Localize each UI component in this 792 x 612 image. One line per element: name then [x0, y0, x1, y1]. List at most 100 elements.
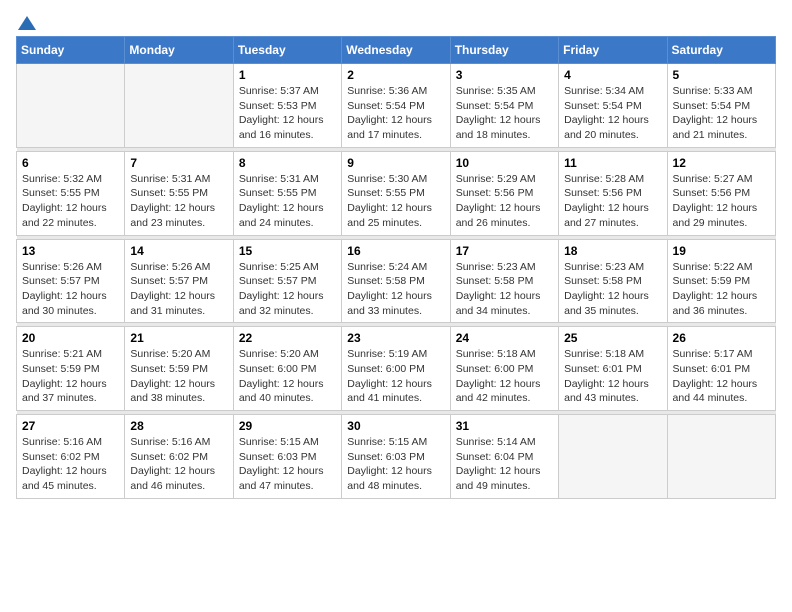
- day-info: Sunrise: 5:16 AMSunset: 6:02 PMDaylight:…: [22, 435, 119, 494]
- day-number: 4: [564, 68, 661, 82]
- calendar-cell: [559, 415, 667, 499]
- day-info: Sunrise: 5:21 AMSunset: 5:59 PMDaylight:…: [22, 347, 119, 406]
- day-info: Sunrise: 5:28 AMSunset: 5:56 PMDaylight:…: [564, 172, 661, 231]
- day-info: Sunrise: 5:31 AMSunset: 5:55 PMDaylight:…: [239, 172, 336, 231]
- calendar-cell: [667, 415, 775, 499]
- calendar-week-row: 13 Sunrise: 5:26 AMSunset: 5:57 PMDayligh…: [17, 239, 776, 323]
- calendar-cell: 15 Sunrise: 5:25 AMSunset: 5:57 PMDayligh…: [233, 239, 341, 323]
- day-number: 22: [239, 331, 336, 345]
- day-info: Sunrise: 5:18 AMSunset: 6:00 PMDaylight:…: [456, 347, 553, 406]
- calendar-cell: 4 Sunrise: 5:34 AMSunset: 5:54 PMDaylight…: [559, 64, 667, 148]
- day-number: 16: [347, 244, 444, 258]
- day-info: Sunrise: 5:30 AMSunset: 5:55 PMDaylight:…: [347, 172, 444, 231]
- day-number: 14: [130, 244, 227, 258]
- calendar-cell: 31 Sunrise: 5:14 AMSunset: 6:04 PMDayligh…: [450, 415, 558, 499]
- day-info: Sunrise: 5:16 AMSunset: 6:02 PMDaylight:…: [130, 435, 227, 494]
- day-number: 18: [564, 244, 661, 258]
- day-info: Sunrise: 5:19 AMSunset: 6:00 PMDaylight:…: [347, 347, 444, 406]
- day-number: 19: [673, 244, 770, 258]
- calendar-cell: 6 Sunrise: 5:32 AMSunset: 5:55 PMDaylight…: [17, 151, 125, 235]
- calendar-cell: 11Sunrise: 5:28 AMSunset: 5:56 PMDayligh…: [559, 151, 667, 235]
- day-info: Sunrise: 5:22 AMSunset: 5:59 PMDaylight:…: [673, 260, 770, 319]
- calendar-header-wednesday: Wednesday: [342, 37, 450, 64]
- calendar-cell: 10Sunrise: 5:29 AMSunset: 5:56 PMDayligh…: [450, 151, 558, 235]
- day-info: Sunrise: 5:35 AMSunset: 5:54 PMDaylight:…: [456, 84, 553, 143]
- calendar-header-friday: Friday: [559, 37, 667, 64]
- day-number: 24: [456, 331, 553, 345]
- day-number: 27: [22, 419, 119, 433]
- day-number: 5: [673, 68, 770, 82]
- calendar-cell: 7Sunrise: 5:31 AMSunset: 5:55 PMDaylight…: [125, 151, 233, 235]
- calendar-cell: [17, 64, 125, 148]
- day-number: 2: [347, 68, 444, 82]
- day-info: Sunrise: 5:23 AMSunset: 5:58 PMDaylight:…: [564, 260, 661, 319]
- calendar-cell: 29 Sunrise: 5:15 AMSunset: 6:03 PMDayligh…: [233, 415, 341, 499]
- calendar-header-row: SundayMondayTuesdayWednesdayThursdayFrid…: [17, 37, 776, 64]
- day-number: 23: [347, 331, 444, 345]
- day-number: 3: [456, 68, 553, 82]
- day-info: Sunrise: 5:31 AMSunset: 5:55 PMDaylight:…: [130, 172, 227, 231]
- calendar-cell: 5 Sunrise: 5:33 AMSunset: 5:54 PMDaylight…: [667, 64, 775, 148]
- calendar-week-row: 1 Sunrise: 5:37 AMSunset: 5:53 PMDaylight…: [17, 64, 776, 148]
- day-number: 1: [239, 68, 336, 82]
- calendar-week-row: 27 Sunrise: 5:16 AMSunset: 6:02 PMDayligh…: [17, 415, 776, 499]
- day-number: 21: [130, 331, 227, 345]
- calendar-cell: 8 Sunrise: 5:31 AMSunset: 5:55 PMDaylight…: [233, 151, 341, 235]
- day-info: Sunrise: 5:20 AMSunset: 6:00 PMDaylight:…: [239, 347, 336, 406]
- day-number: 8: [239, 156, 336, 170]
- calendar-cell: 22 Sunrise: 5:20 AMSunset: 6:00 PMDayligh…: [233, 327, 341, 411]
- day-number: 9: [347, 156, 444, 170]
- day-number: 6: [22, 156, 119, 170]
- day-info: Sunrise: 5:20 AMSunset: 5:59 PMDaylight:…: [130, 347, 227, 406]
- day-info: Sunrise: 5:36 AMSunset: 5:54 PMDaylight:…: [347, 84, 444, 143]
- calendar-header-thursday: Thursday: [450, 37, 558, 64]
- day-number: 17: [456, 244, 553, 258]
- day-number: 20: [22, 331, 119, 345]
- calendar-cell: 26 Sunrise: 5:17 AMSunset: 6:01 PMDayligh…: [667, 327, 775, 411]
- calendar-header-tuesday: Tuesday: [233, 37, 341, 64]
- calendar-cell: 18 Sunrise: 5:23 AMSunset: 5:58 PMDayligh…: [559, 239, 667, 323]
- calendar-cell: 23 Sunrise: 5:19 AMSunset: 6:00 PMDayligh…: [342, 327, 450, 411]
- calendar-cell: 13 Sunrise: 5:26 AMSunset: 5:57 PMDayligh…: [17, 239, 125, 323]
- calendar-cell: 2 Sunrise: 5:36 AMSunset: 5:54 PMDaylight…: [342, 64, 450, 148]
- day-number: 13: [22, 244, 119, 258]
- day-info: Sunrise: 5:32 AMSunset: 5:55 PMDaylight:…: [22, 172, 119, 231]
- calendar-cell: 20 Sunrise: 5:21 AMSunset: 5:59 PMDayligh…: [17, 327, 125, 411]
- calendar-cell: 14Sunrise: 5:26 AMSunset: 5:57 PMDayligh…: [125, 239, 233, 323]
- day-info: Sunrise: 5:18 AMSunset: 6:01 PMDaylight:…: [564, 347, 661, 406]
- calendar-cell: 28 Sunrise: 5:16 AMSunset: 6:02 PMDayligh…: [125, 415, 233, 499]
- calendar-week-row: 6 Sunrise: 5:32 AMSunset: 5:55 PMDaylight…: [17, 151, 776, 235]
- calendar-cell: 21 Sunrise: 5:20 AMSunset: 5:59 PMDayligh…: [125, 327, 233, 411]
- page-header: [16, 16, 776, 28]
- day-info: Sunrise: 5:14 AMSunset: 6:04 PMDaylight:…: [456, 435, 553, 494]
- day-info: Sunrise: 5:26 AMSunset: 5:57 PMDaylight:…: [22, 260, 119, 319]
- day-info: Sunrise: 5:23 AMSunset: 5:58 PMDaylight:…: [456, 260, 553, 319]
- day-number: 15: [239, 244, 336, 258]
- calendar-cell: 3 Sunrise: 5:35 AMSunset: 5:54 PMDaylight…: [450, 64, 558, 148]
- calendar-cell: 12Sunrise: 5:27 AMSunset: 5:56 PMDayligh…: [667, 151, 775, 235]
- calendar-header-saturday: Saturday: [667, 37, 775, 64]
- calendar-cell: 17 Sunrise: 5:23 AMSunset: 5:58 PMDayligh…: [450, 239, 558, 323]
- calendar-cell: 24 Sunrise: 5:18 AMSunset: 6:00 PMDayligh…: [450, 327, 558, 411]
- day-info: Sunrise: 5:15 AMSunset: 6:03 PMDaylight:…: [347, 435, 444, 494]
- calendar-cell: 1 Sunrise: 5:37 AMSunset: 5:53 PMDaylight…: [233, 64, 341, 148]
- day-info: Sunrise: 5:24 AMSunset: 5:58 PMDaylight:…: [347, 260, 444, 319]
- calendar-table: SundayMondayTuesdayWednesdayThursdayFrid…: [16, 36, 776, 499]
- day-info: Sunrise: 5:17 AMSunset: 6:01 PMDaylight:…: [673, 347, 770, 406]
- calendar-header-sunday: Sunday: [17, 37, 125, 64]
- calendar-header-monday: Monday: [125, 37, 233, 64]
- calendar-cell: 25 Sunrise: 5:18 AMSunset: 6:01 PMDayligh…: [559, 327, 667, 411]
- calendar-cell: 9 Sunrise: 5:30 AMSunset: 5:55 PMDaylight…: [342, 151, 450, 235]
- day-number: 28: [130, 419, 227, 433]
- day-info: Sunrise: 5:15 AMSunset: 6:03 PMDaylight:…: [239, 435, 336, 494]
- day-info: Sunrise: 5:25 AMSunset: 5:57 PMDaylight:…: [239, 260, 336, 319]
- day-info: Sunrise: 5:34 AMSunset: 5:54 PMDaylight:…: [564, 84, 661, 143]
- day-number: 29: [239, 419, 336, 433]
- day-number: 31: [456, 419, 553, 433]
- day-number: 25: [564, 331, 661, 345]
- day-info: Sunrise: 5:37 AMSunset: 5:53 PMDaylight:…: [239, 84, 336, 143]
- day-number: 26: [673, 331, 770, 345]
- day-info: Sunrise: 5:33 AMSunset: 5:54 PMDaylight:…: [673, 84, 770, 143]
- day-number: 12: [673, 156, 770, 170]
- day-info: Sunrise: 5:29 AMSunset: 5:56 PMDaylight:…: [456, 172, 553, 231]
